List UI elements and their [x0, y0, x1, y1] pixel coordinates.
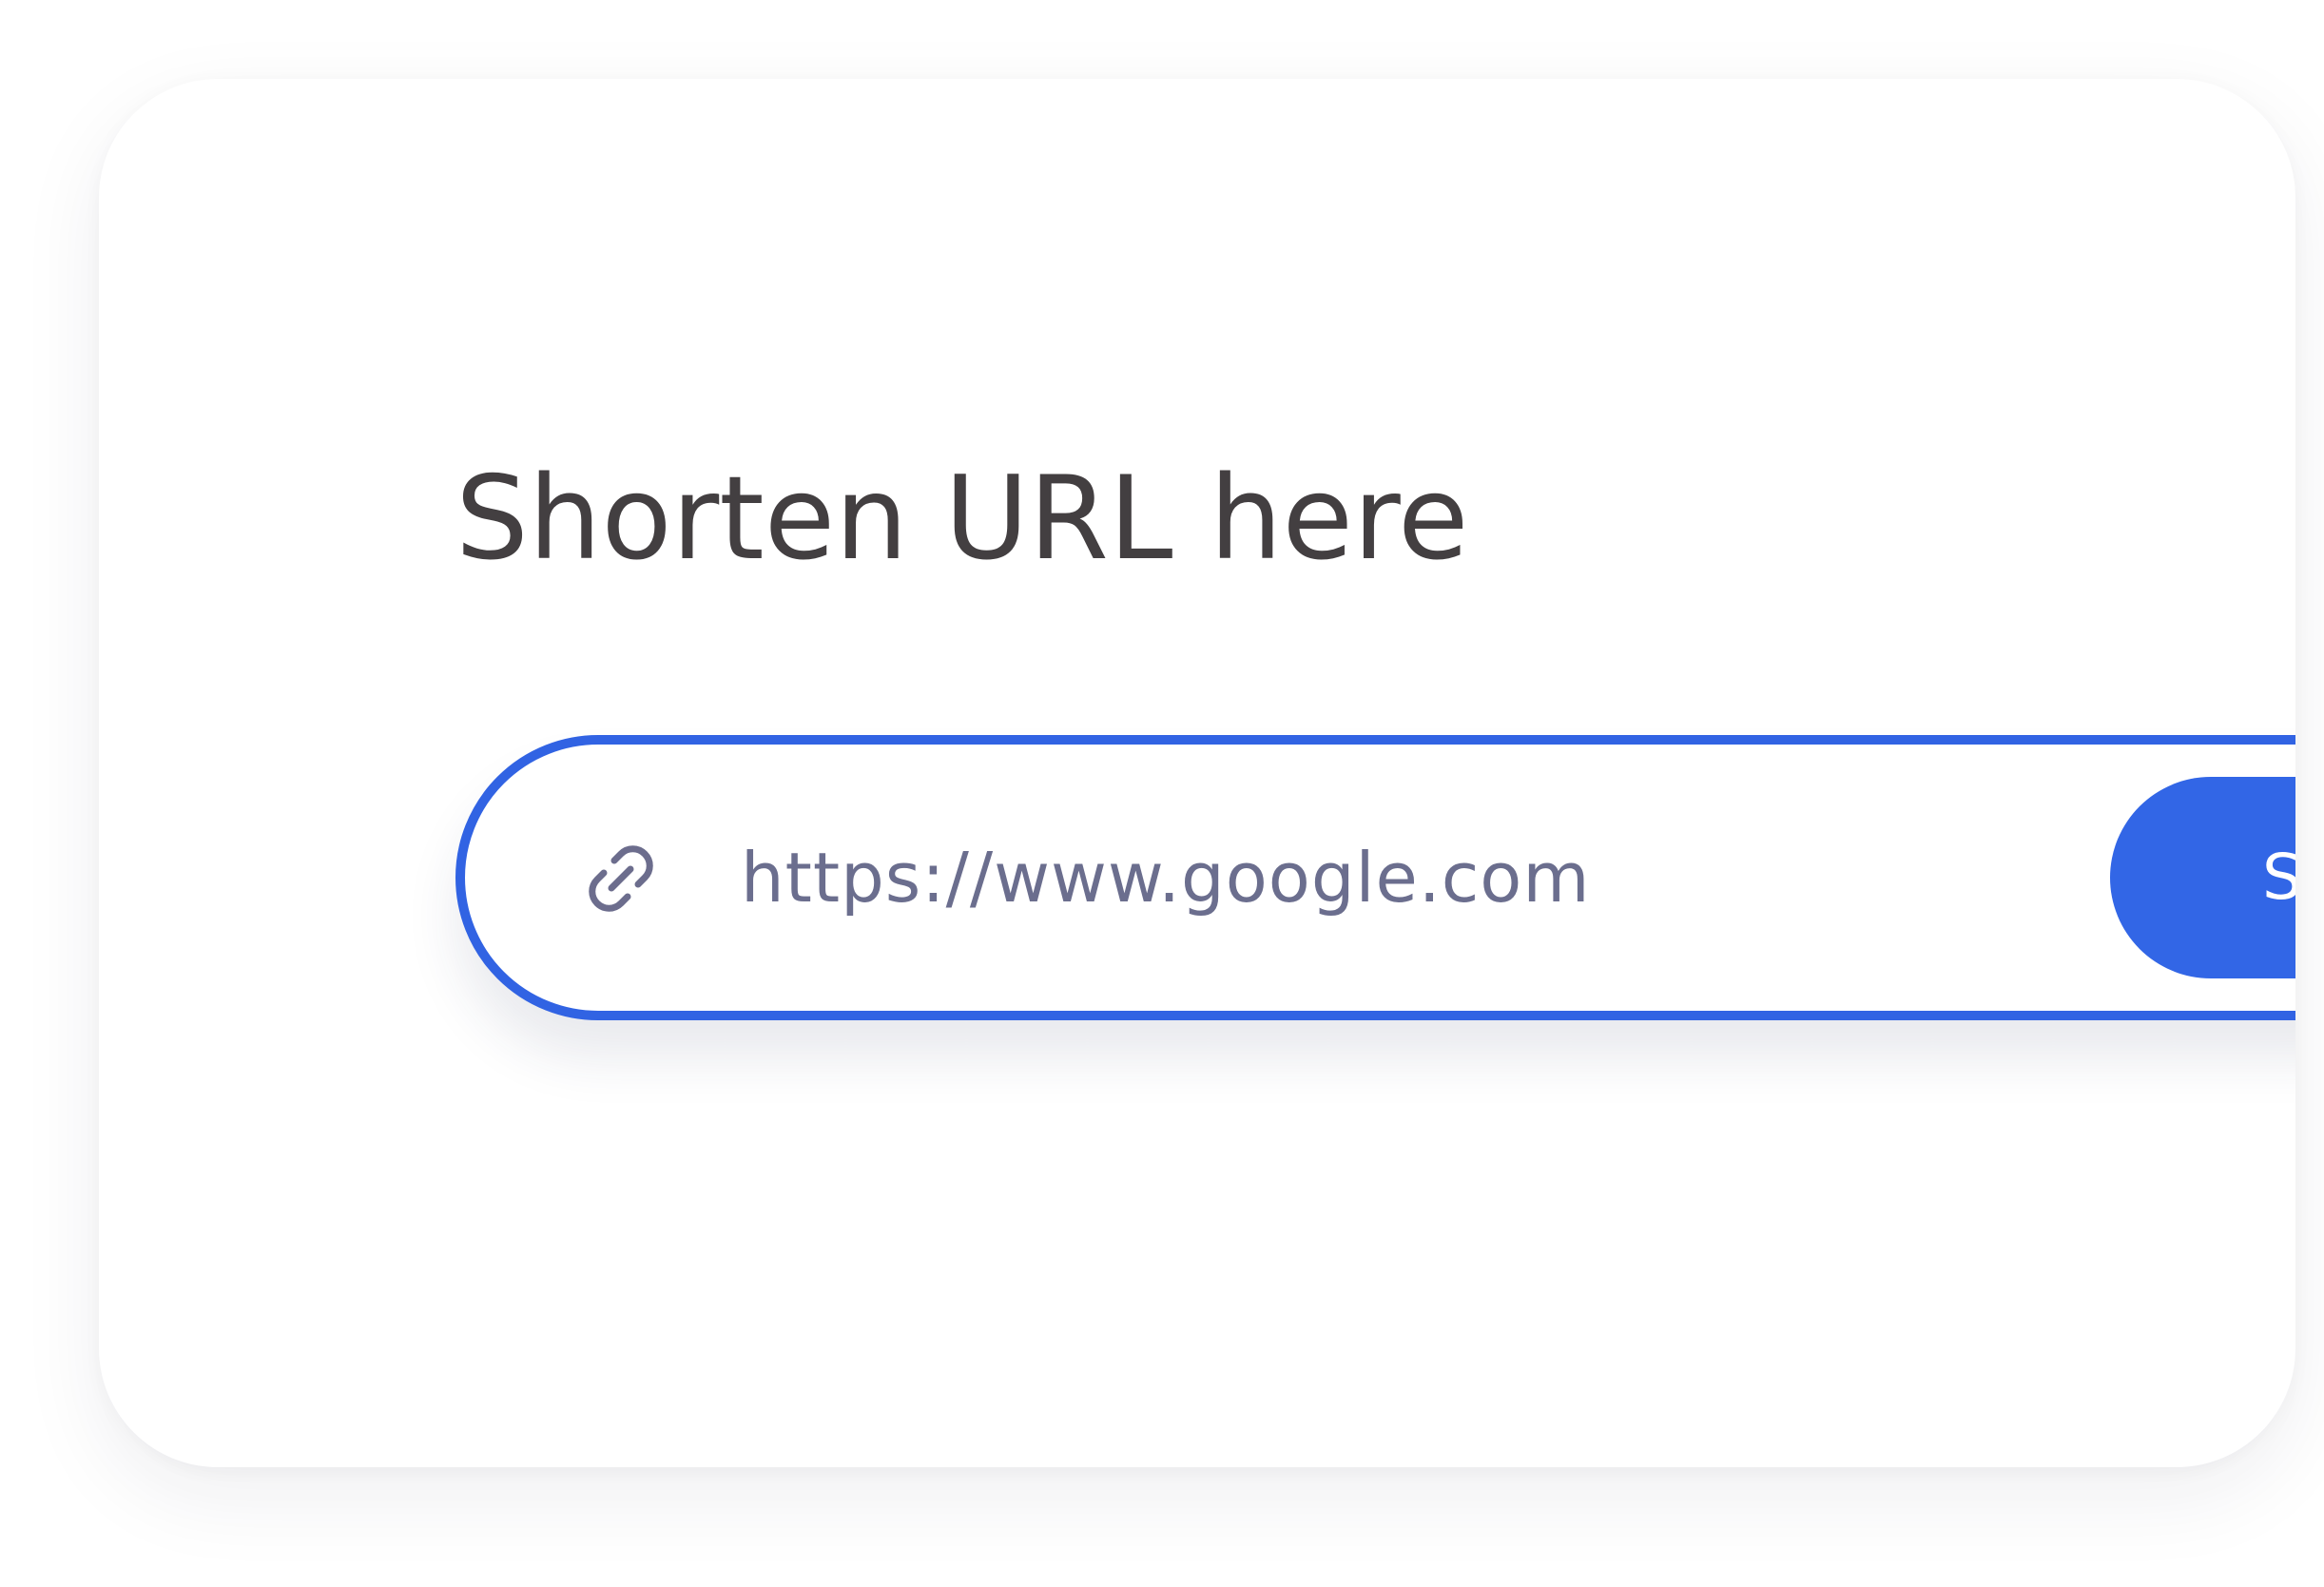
link-icon [575, 833, 667, 924]
url-input[interactable] [741, 811, 1597, 944]
url-shortener-card: Shorten URL here Shor [99, 79, 2295, 1467]
page-title: Shorten URL here [455, 452, 1469, 586]
shorten-button[interactable]: Shor [2110, 777, 2295, 978]
url-input-container[interactable]: Shor [455, 735, 2295, 1020]
